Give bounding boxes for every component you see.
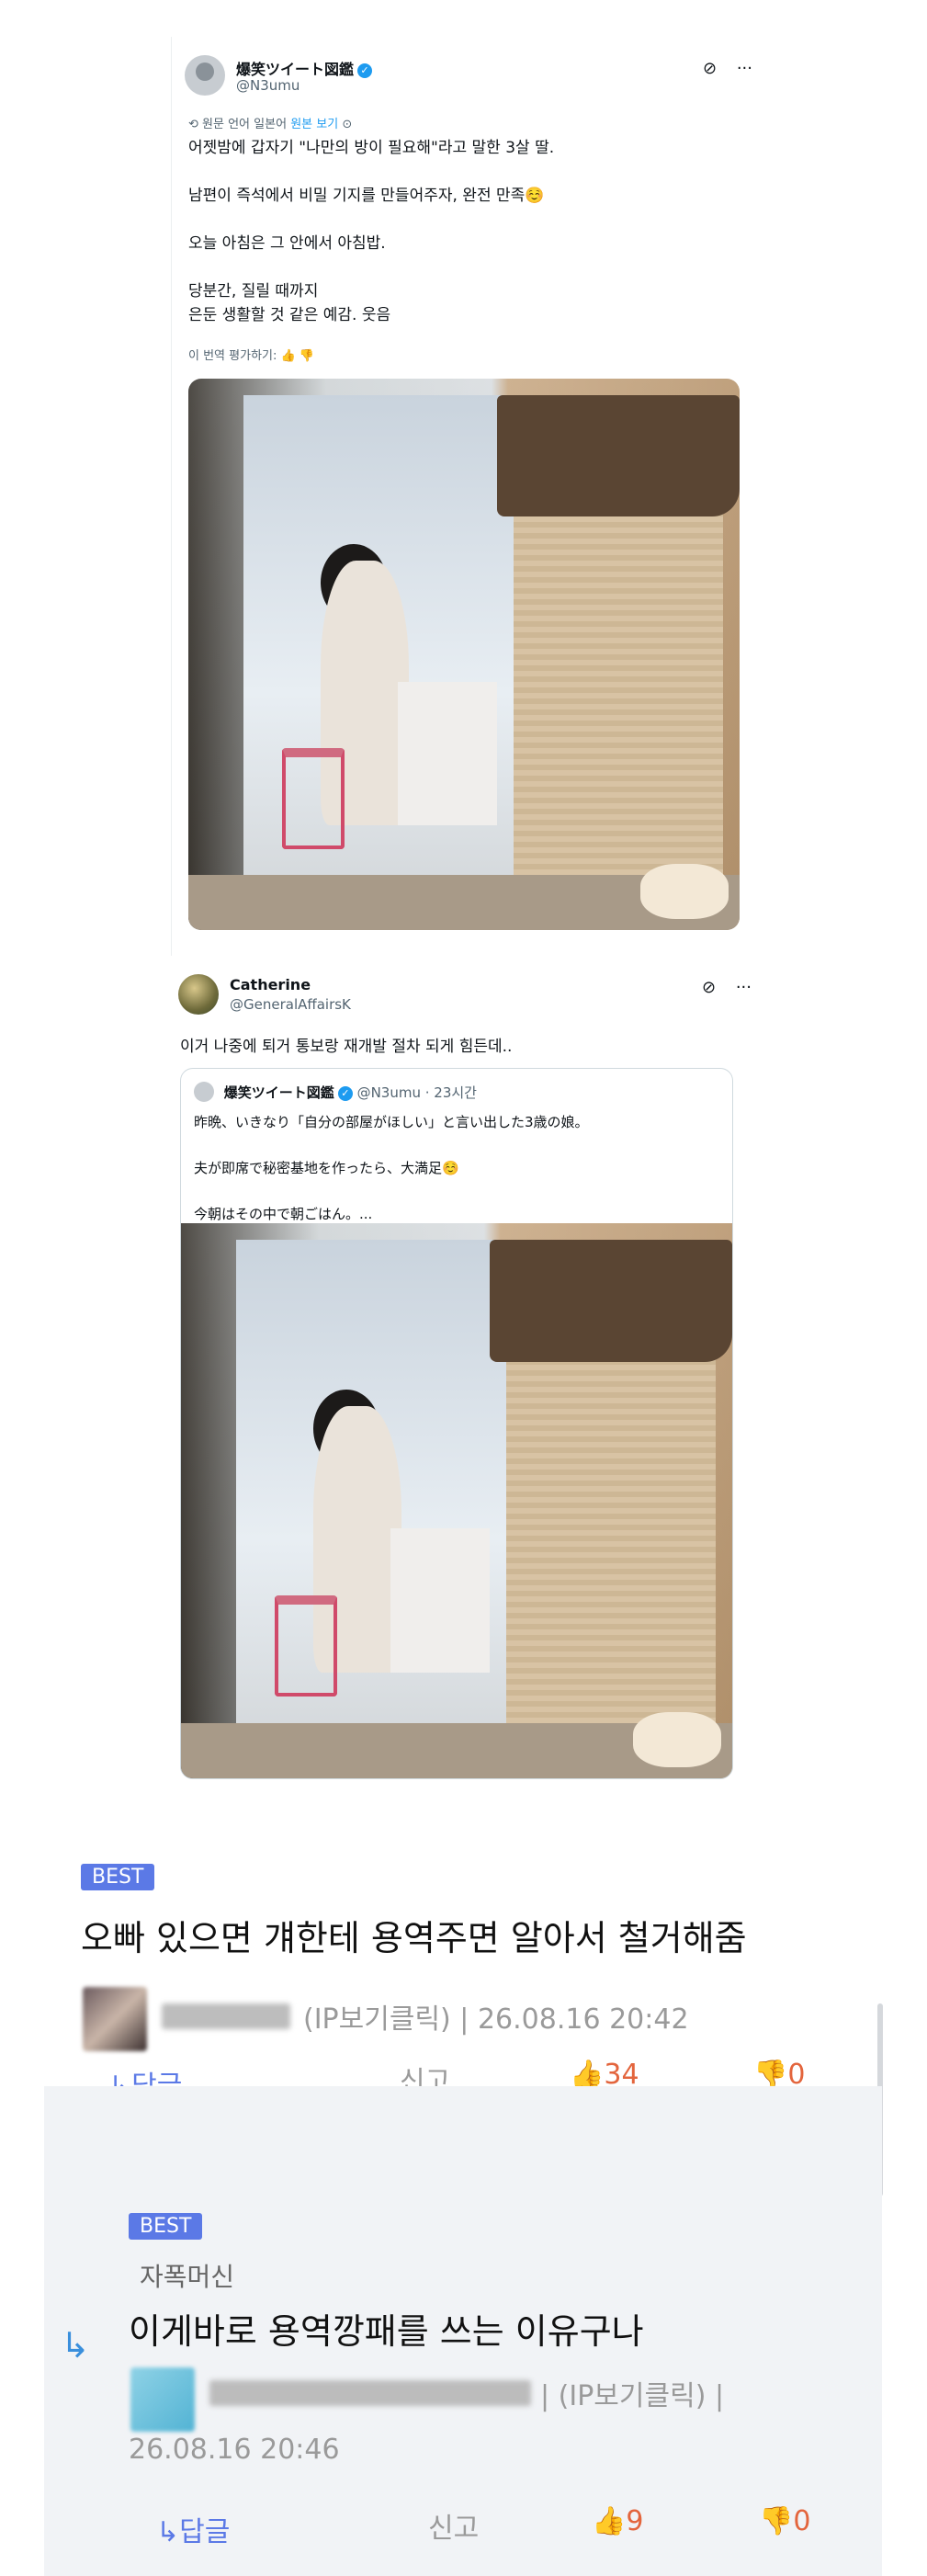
verified-icon: ✓ [357,63,373,78]
blurred-username[interactable] [209,2380,531,2406]
tweet-header: 爆笑ツイート図鑑 ✓ @N3umu ⊘ ··· [185,55,752,110]
display-name[interactable]: 爆笑ツイート図鑑 ✓ [236,57,373,79]
reply-label: ↳답글 [156,2516,231,2548]
thumbs-down-icon: 👎 [759,2505,794,2537]
blurred-username[interactable] [162,2003,290,2029]
quoted-handle: @N3umu · 23시간 [356,1084,477,1101]
reply-button[interactable]: ↳답글 [156,2509,230,2549]
quoted-tweet[interactable]: 爆笑ツイート図鑑 ✓ @N3umu · 23시간 昨晩、いきなり「自分の部屋がほし… [180,1068,733,1779]
tweet-header: Catherine @GeneralAffairsK ⊘ ··· [178,974,752,1029]
best-badge: BEST [81,1864,155,1890]
like-button[interactable]: 👍9 [592,2505,643,2537]
tweet-text: 이거 나중에 퇴거 통보랑 재개발 절차 되게 힘든데.. [180,1038,513,1056]
photo-blanket [490,1240,732,1362]
comment-best-2: BEST 자폭머신 이게바로 용역깡패를 쓰는 이유구나 | (IP보기클릭) … [44,2086,882,2576]
more-icon[interactable]: ··· [736,978,752,997]
translation-note: ⟲ 원문 언어 일본어 원본 보기 ⊙ [188,114,352,131]
quoted-tweet-header: 爆笑ツイート図鑑 ✓ @N3umu · 23시간 [194,1082,477,1102]
translation-language: 원문 언어 일본어 [202,118,288,131]
rate-translation-label: 이 번역 평가하기: [188,349,277,363]
avatar [194,1082,214,1102]
verified-icon: ✓ [337,1086,353,1101]
ip-view-link[interactable]: (IP보기클릭) [559,2380,707,2412]
photo-plush-toy [633,1711,721,1767]
user-handle[interactable]: @GeneralAffairsK [230,996,351,1013]
photo-stool [282,748,345,849]
avatar[interactable] [185,55,225,96]
ip-view-link[interactable]: (IP보기클릭) [303,2003,451,2036]
quoted-display-name: 爆笑ツイート図鑑 [223,1084,334,1101]
view-original-link[interactable]: 원본 보기 [290,118,338,131]
translate-icon: ⟲ [188,118,198,131]
reply-arrow-icon: ↳ [61,2325,90,2366]
user-handle[interactable]: @N3umu [236,77,300,94]
avatar[interactable] [130,2367,195,2432]
tweet-actions: ⊘ ··· [687,978,752,997]
avatar[interactable] [178,974,219,1015]
comment-date: 26.08.16 20:46 [129,2434,340,2466]
comment-date: 26.08.16 20:42 [477,2003,689,2036]
photo-table [398,682,497,825]
best-badge: BEST [129,2213,203,2240]
quoted-tweet-photo[interactable] [181,1223,732,1778]
thumbs-up-icon: 👍 [592,2505,627,2537]
grok-icon[interactable]: ⊘ [702,978,716,997]
photo-stool [275,1594,337,1697]
tweet-photo[interactable] [188,379,740,930]
comment-text: 오빠 있으면 걔한테 용역주면 알아서 철거해줌 [81,1918,747,1958]
meta-divider: | [714,2380,725,2412]
display-name-text: 爆笑ツイート図鑑 [236,61,355,78]
tweet-actions: ⊘ ··· [688,59,752,78]
dislike-button[interactable]: 👎0 [759,2505,810,2537]
photo-table [390,1528,490,1674]
avatar[interactable] [83,1987,147,2051]
comment-text: 이게바로 용역깡패를 쓰는 이유구나 [129,2311,644,2352]
thumbs-up-icon[interactable]: 👍 [281,349,296,363]
meta-divider: | [540,2380,559,2412]
display-name[interactable]: Catherine [230,976,311,993]
more-icon[interactable]: ··· [737,59,752,78]
dislike-count: 0 [793,2505,811,2537]
report-button[interactable]: 신고 [428,2505,479,2546]
comment-best-1: BEST 오빠 있으면 걔한테 용역주면 알아서 철거해줌 (IP보기클릭) |… [0,1829,927,2103]
grok-icon[interactable]: ⊘ [703,59,717,78]
photo-plush-toy [640,864,729,919]
info-icon[interactable]: ⊙ [342,118,352,131]
tweet-card: 爆笑ツイート図鑑 ✓ @N3umu ⊘ ··· ⟲ 원문 언어 일본어 원본 보기… [171,37,762,956]
rate-translation: 이 번역 평가하기: 👍 👎 [188,346,314,363]
comment-meta: (IP보기클릭) | 26.08.16 20:42 [303,1996,689,2037]
comment-meta: | (IP보기클릭) | [540,2373,724,2413]
comment-author[interactable]: 자폭머신 [140,2257,234,2294]
quoted-tweet-text: 昨晩、いきなり「自分の部屋がほしい」と言い出した3歳の娘。 夫が即席で秘密基地を… [194,1114,589,1222]
tweet-text: 어젯밤에 갑자기 "나만의 방이 필요해"라고 말한 3살 딸. 남편이 즉석에… [188,139,555,324]
photo-blanket [497,395,740,516]
thumbs-down-icon[interactable]: 👎 [300,349,314,363]
quote-tweet-card: Catherine @GeneralAffairsK ⊘ ··· 이거 나중에 … [171,974,761,1829]
like-count: 9 [626,2505,644,2537]
meta-divider: | [459,2003,478,2036]
